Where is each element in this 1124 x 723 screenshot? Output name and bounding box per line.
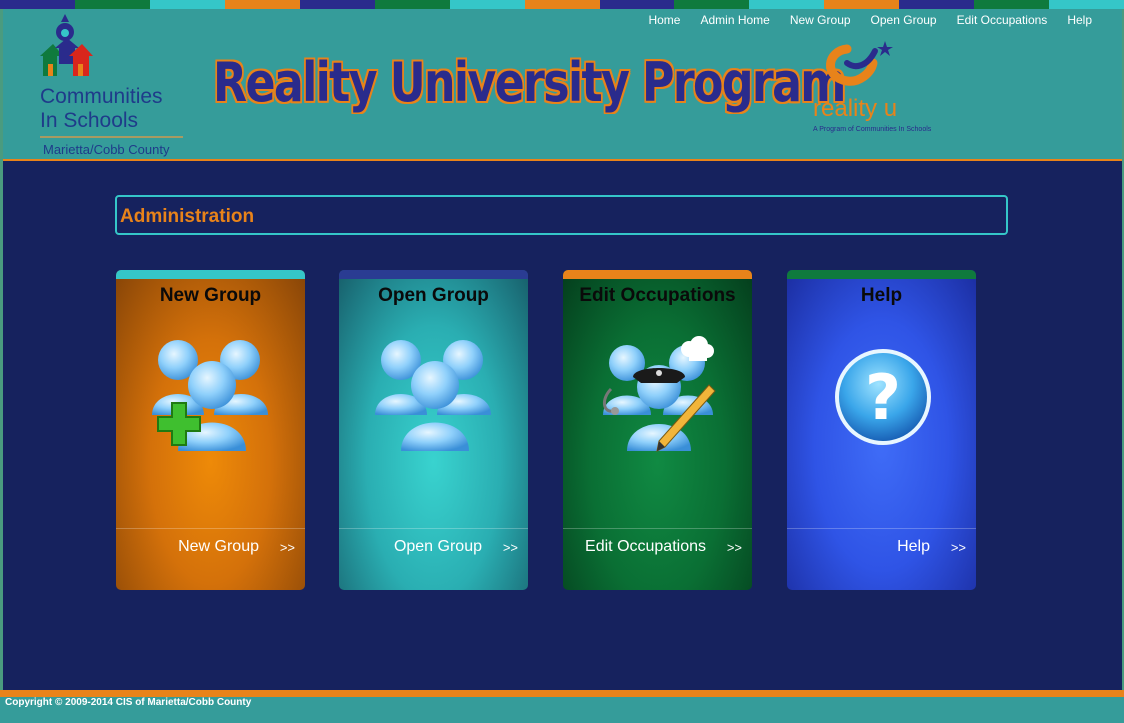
new-group-link[interactable]: New Group xyxy=(178,538,259,556)
new-group-card[interactable]: New Group New Group >> xyxy=(116,270,305,590)
help-link[interactable]: Help xyxy=(897,538,930,556)
nav-edit-occupations[interactable]: Edit Occupations xyxy=(947,13,1058,27)
stripe-segment xyxy=(599,0,675,9)
group-icon xyxy=(375,340,491,451)
card-divider xyxy=(787,528,976,529)
org-name-line2: In Schools xyxy=(40,109,139,132)
nav-new-group[interactable]: New Group xyxy=(780,13,861,27)
arrow-icon: >> xyxy=(950,540,966,555)
card-title: New Group xyxy=(159,285,262,306)
stripe-segment xyxy=(449,0,525,9)
reality-u-wordmark: reality u xyxy=(813,95,898,122)
copyright-text: Copyright © 2009-2014 CIS of Marietta/Co… xyxy=(5,697,252,708)
stripe-segment xyxy=(674,0,750,9)
org-name: Communities In Schools xyxy=(40,85,163,133)
nav-admin-home[interactable]: Admin Home xyxy=(690,13,779,27)
add-group-icon xyxy=(152,340,268,451)
card-cap xyxy=(339,270,528,279)
edit-occupations-link[interactable]: Edit Occupations xyxy=(585,538,706,556)
top-nav: Home Admin Home New Group Open Group Edi… xyxy=(638,13,1102,27)
stripe-segment xyxy=(74,0,150,9)
edit-occupations-card[interactable]: Edit Occupations Edit Occupations >> xyxy=(563,270,752,590)
card-divider xyxy=(339,528,528,529)
program-title: Reality University Program xyxy=(213,51,846,114)
nav-open-group[interactable]: Open Group xyxy=(861,13,947,27)
stripe-segment xyxy=(299,0,375,9)
stripe-segment xyxy=(824,0,900,9)
stripe-segment xyxy=(0,0,75,9)
stripe-segment xyxy=(149,0,225,9)
svg-text:?: ? xyxy=(865,361,901,434)
arrow-icon: >> xyxy=(502,540,518,555)
color-stripe xyxy=(0,0,1124,9)
section-heading-box: Administration xyxy=(115,195,1008,235)
stripe-segment xyxy=(974,0,1050,9)
card-divider xyxy=(563,528,752,529)
footer: Copyright © 2009-2014 CIS of Marietta/Co… xyxy=(0,697,1124,723)
nav-help[interactable]: Help xyxy=(1057,13,1102,27)
stripe-segment xyxy=(524,0,600,9)
stripe-segment xyxy=(749,0,825,9)
card-cap xyxy=(116,270,305,279)
logo-rule xyxy=(40,136,183,138)
stripe-segment xyxy=(224,0,300,9)
header: Communities In Schools Marietta/Cobb Cou… xyxy=(3,9,1122,161)
occupations-edit-icon xyxy=(603,336,716,452)
card-title: Help xyxy=(860,285,903,306)
card-cap xyxy=(787,270,976,279)
card-title: Open Group xyxy=(378,285,489,306)
help-icon: ? xyxy=(835,349,931,445)
section-heading: Administration xyxy=(120,206,255,227)
help-card[interactable]: Help ? Help >> xyxy=(787,270,976,590)
arrow-icon: >> xyxy=(726,540,742,555)
reality-u-logo-icon xyxy=(826,41,893,86)
card-cap xyxy=(563,270,752,279)
open-group-card[interactable]: Open Group Open Group >> xyxy=(339,270,528,590)
stripe-segment xyxy=(374,0,450,9)
county-label: Marietta/Cobb County xyxy=(43,142,170,157)
card-title: Edit Occupations xyxy=(579,285,736,306)
stripe-segment xyxy=(899,0,975,9)
open-group-link[interactable]: Open Group xyxy=(394,538,482,556)
stripe-segment xyxy=(1049,0,1124,9)
org-name-line1: Communities xyxy=(40,85,163,108)
arrow-icon: >> xyxy=(279,540,295,555)
nav-home[interactable]: Home xyxy=(638,13,690,27)
footer-bar xyxy=(0,690,1124,697)
reality-u-subtitle: A Program of Communities In Schools xyxy=(813,126,932,133)
cis-logo-icon xyxy=(40,14,93,76)
card-divider xyxy=(116,528,305,529)
